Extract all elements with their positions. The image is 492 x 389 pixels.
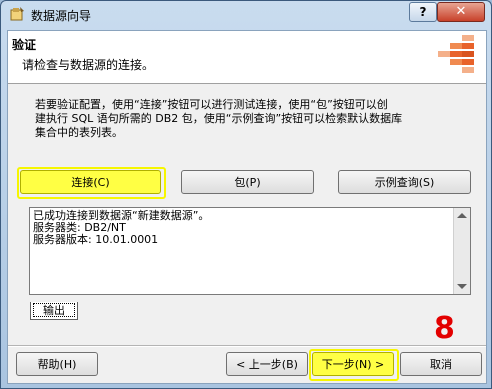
description-line: 建执行 SQL 语句所需的 DB2 包，使用“示例查询”按钮可以检索默认数据库 <box>35 112 403 125</box>
description-line: 集合中的表列表。 <box>35 126 123 139</box>
step-badge: 8 <box>434 311 455 346</box>
description-line: 若要验证配置，使用“连接”按钮可以进行测试连接，使用“包”按钮可以创 <box>35 98 388 111</box>
title-bar: 数据源向导 ? ✕ <box>1 1 491 27</box>
wizard-logo-icon <box>438 35 474 73</box>
connect-button[interactable]: 连接(C) <box>20 170 161 194</box>
close-button[interactable]: ✕ <box>437 2 485 22</box>
footer-separator <box>8 345 486 347</box>
next-button[interactable]: 下一步(N) > <box>312 352 394 376</box>
output-scrollbar[interactable] <box>453 208 470 294</box>
window-title: 数据源向导 <box>31 9 92 23</box>
tab-output[interactable]: 输出 <box>30 302 78 320</box>
output-text: 已成功连接到数据源“新建数据源”。 服务器类: DB2/NT 服务器版本: 10… <box>33 210 209 246</box>
scroll-down-icon[interactable] <box>457 284 467 289</box>
page-title: 验证 <box>12 38 37 52</box>
description-text: 若要验证配置，使用“连接”按钮可以进行测试连接，使用“包”按钮可以创 建执行 S… <box>35 98 475 140</box>
sample-query-button[interactable]: 示例查询(S) <box>338 170 471 194</box>
cancel-button[interactable]: 取消 <box>400 352 482 376</box>
wizard-app-icon <box>10 7 24 21</box>
help-title-button[interactable]: ? <box>409 2 437 22</box>
wizard-header: 验证 请检查与数据源的连接。 <box>8 31 486 84</box>
back-button[interactable]: < 上一步(B) <box>226 352 308 376</box>
output-line: 服务器版本: 10.01.0001 <box>33 233 159 246</box>
output-box[interactable]: 已成功连接到数据源“新建数据源”。 服务器类: DB2/NT 服务器版本: 10… <box>29 207 471 295</box>
wizard-client-area: 验证 请检查与数据源的连接。 若要验证配置，使用“连接”按钮可以进行测试连接，使… <box>7 30 487 384</box>
page-subtitle: 请检查与数据源的连接。 <box>22 58 155 72</box>
tab-output-label: 输出 <box>43 304 65 317</box>
scroll-up-icon[interactable] <box>457 213 467 218</box>
package-button[interactable]: 包(P) <box>181 170 314 194</box>
wizard-window: 数据源向导 ? ✕ 验证 请检查与数据源的连接。 若要验证配置，使用“连接”按钮… <box>0 0 492 389</box>
help-button[interactable]: 帮助(H) <box>16 352 98 376</box>
